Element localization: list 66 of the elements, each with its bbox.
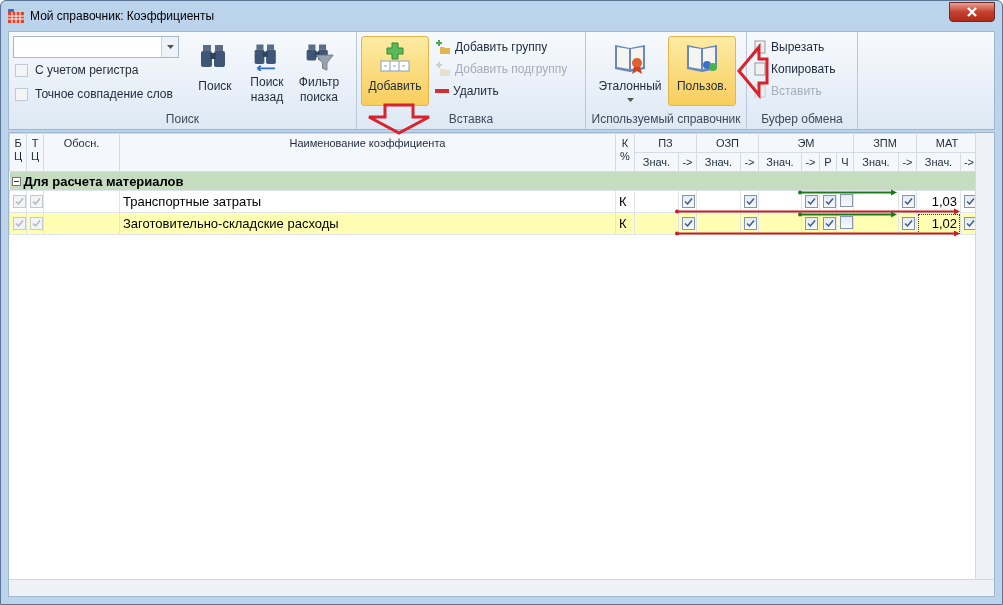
window-title: Мой справочник: Коэффициенты	[30, 9, 216, 23]
clipboard-button[interactable]: Вырезать	[751, 36, 838, 58]
search-button[interactable]: Поиск	[189, 36, 241, 106]
column-group-header: ЗПМ	[853, 133, 917, 153]
group-label: Поиск	[165, 111, 200, 128]
search-button[interactable]: Поиск назад	[241, 36, 293, 106]
column-header[interactable]: Наименование коэффициента	[119, 133, 616, 172]
group-title: Для расчета материалов	[23, 173, 184, 189]
checkbox[interactable]	[743, 217, 757, 230]
ribbon-button[interactable]: Удалить	[433, 80, 570, 102]
checkbox[interactable]	[15, 87, 28, 101]
clipboard-button[interactable]: Копировать	[751, 58, 838, 80]
checkbox[interactable]	[15, 63, 28, 77]
column-header[interactable]: Б Ц	[9, 133, 27, 172]
column-header[interactable]: Обосн.	[43, 133, 120, 172]
vertical-scrollbar[interactable]	[975, 133, 994, 579]
table-cell: К	[618, 194, 627, 209]
table-cell: 1,02	[931, 216, 957, 231]
group-label: Буфер обмена	[761, 111, 843, 128]
reference-button[interactable]: Эталонный	[596, 36, 664, 106]
app-icon	[8, 9, 24, 23]
table-cell: Транспортные затраты	[123, 194, 262, 209]
checkbox-label: Точное совпадение слов	[35, 87, 173, 101]
caret-icon	[166, 45, 174, 49]
checkbox[interactable]	[681, 195, 695, 208]
close-button[interactable]	[949, 2, 995, 22]
annotation-arrow	[737, 42, 769, 100]
table-cell: К	[618, 216, 627, 231]
add-button[interactable]: Добавить	[361, 36, 429, 106]
search-field[interactable]	[13, 36, 179, 58]
column-group-header: ПЗ	[634, 133, 697, 153]
checkbox[interactable]	[823, 217, 836, 230]
checkbox[interactable]	[902, 217, 915, 230]
checkbox[interactable]	[902, 195, 915, 208]
horizontal-scrollbar[interactable]	[9, 579, 994, 596]
column-group-header: ОЗП	[696, 133, 759, 153]
checkbox-label: С учетом регистра	[35, 63, 139, 77]
reference-button[interactable]: Пользов.	[668, 36, 736, 106]
table-cell: Заготовительно-складские расходы	[123, 216, 339, 231]
minus-icon	[435, 89, 449, 93]
checkbox[interactable]	[805, 217, 818, 230]
column-group-header: ЭМ	[758, 133, 854, 153]
checkbox[interactable]	[823, 195, 836, 208]
group-label: Используемый справочник	[591, 111, 741, 128]
checkbox[interactable]	[805, 195, 818, 208]
search-button[interactable]: Фильтр поиска	[293, 36, 345, 106]
clipboard-icon	[753, 40, 767, 54]
clipboard-icon	[753, 62, 767, 76]
folder-plus-icon	[435, 40, 451, 54]
close-icon	[966, 7, 978, 17]
checkbox[interactable]	[30, 195, 43, 208]
add-row-icon	[378, 41, 412, 75]
column-group-header: МАТ	[916, 133, 978, 153]
folder-plus-icon	[435, 62, 451, 76]
column-header[interactable]: Ч	[836, 152, 854, 172]
collapse-icon[interactable]	[11, 176, 21, 186]
checkbox[interactable]	[13, 195, 26, 208]
checkbox[interactable]	[681, 217, 695, 230]
annotation-arrow	[367, 103, 431, 135]
table-cell: 1,03	[931, 194, 957, 209]
ribbon-button[interactable]: Добавить группу	[433, 36, 570, 58]
checkbox[interactable]	[30, 217, 43, 230]
checkbox[interactable]	[743, 195, 757, 208]
checkbox[interactable]	[13, 217, 26, 230]
group-label: Вставка	[448, 111, 494, 128]
clipboard-icon	[753, 84, 767, 98]
